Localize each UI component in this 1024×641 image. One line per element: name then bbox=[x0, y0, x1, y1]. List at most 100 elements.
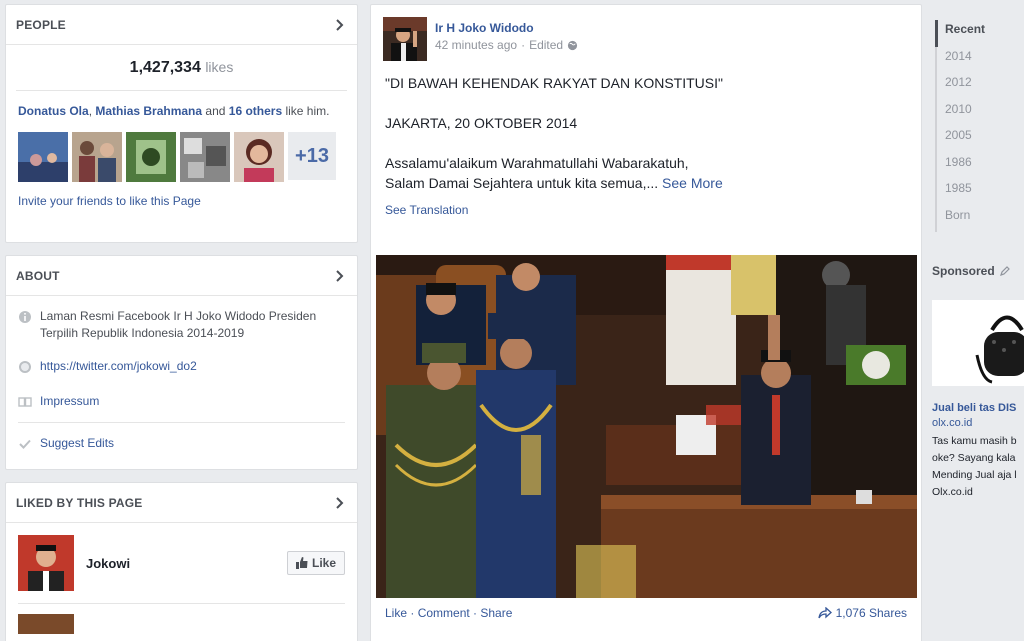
year-recent[interactable]: Recent bbox=[935, 20, 985, 47]
info-icon bbox=[19, 311, 31, 323]
year-born[interactable]: Born bbox=[937, 206, 985, 233]
people-title: PEOPLE bbox=[16, 17, 66, 32]
right-column: Recent 2014 2012 2010 2005 1986 1985 Bor… bbox=[922, 0, 1024, 641]
ad-text-line: Olx.co.id bbox=[932, 486, 973, 498]
post-line-2: JAKARTA, 20 OKTOBER 2014 bbox=[385, 115, 578, 131]
thumbs-up-icon bbox=[295, 557, 308, 569]
people-card: PEOPLE 1,427,334 likes Donatus Ola, Math… bbox=[5, 4, 358, 243]
likes-count: 1,427,334 bbox=[129, 59, 201, 76]
and-text: and bbox=[202, 104, 229, 118]
about-description: Laman Resmi Facebook Ir H Joko Widodo Pr… bbox=[40, 309, 317, 340]
like-button-label: Like bbox=[311, 556, 336, 570]
friend-photo[interactable] bbox=[18, 132, 68, 182]
likes-word: likes bbox=[205, 59, 234, 75]
twitter-link[interactable]: https://twitter.com/jokowi_do2 bbox=[40, 358, 197, 375]
ad-image[interactable] bbox=[932, 300, 1024, 386]
share-arrow-icon bbox=[817, 607, 832, 619]
action-separator: · bbox=[407, 606, 418, 620]
invite-friends-link[interactable]: Invite your friends to like this Page bbox=[6, 182, 357, 220]
friend-photo[interactable] bbox=[180, 132, 230, 182]
chevron-right-icon[interactable] bbox=[333, 18, 347, 32]
about-description-row: Laman Resmi Facebook Ir H Joko Widodo Pr… bbox=[6, 308, 357, 342]
friend-photo[interactable] bbox=[126, 132, 176, 182]
post-photo[interactable] bbox=[376, 255, 917, 598]
about-impressum-row: Impressum bbox=[6, 393, 357, 410]
post-card: Ir H Joko Widodo 42 minutes ago · Edited… bbox=[370, 4, 922, 641]
page-avatar[interactable] bbox=[18, 535, 74, 591]
shares-count-row[interactable]: 1,076 Shares bbox=[817, 606, 907, 620]
action-separator: · bbox=[469, 606, 481, 620]
ad-text-line: Tas kamu masih b bbox=[932, 435, 1017, 447]
post-actions: Like · Comment · Share bbox=[385, 606, 512, 620]
post-line-1: "DI BAWAH KEHENDAK RAKYAT DAN KONSTITUSI… bbox=[385, 75, 723, 91]
post-footer: Like · Comment · Share 1,076 Shares bbox=[371, 606, 921, 620]
liked-page-row: Jokowi Like bbox=[6, 523, 357, 603]
about-header[interactable]: ABOUT bbox=[6, 256, 357, 296]
post-meta: 42 minutes ago · Edited bbox=[435, 38, 578, 52]
suggest-edits-link[interactable]: Suggest Edits bbox=[40, 435, 114, 452]
ad-domain[interactable]: olx.co.id bbox=[932, 417, 972, 429]
ad-text: Tas kamu masih b oke? Sayang kala Mendin… bbox=[932, 433, 1017, 501]
timeline-years: Recent 2014 2012 2010 2005 1986 1985 Bor… bbox=[935, 20, 985, 232]
more-friends-count[interactable]: +13 bbox=[288, 132, 336, 180]
post-author-name[interactable]: Ir H Joko Widodo bbox=[435, 21, 578, 35]
liked-page-name[interactable]: Jokowi bbox=[86, 556, 287, 571]
chevron-right-icon[interactable] bbox=[333, 269, 347, 283]
about-card: ABOUT Laman Resmi Facebook Ir H Joko Wid… bbox=[5, 255, 358, 470]
checkmark-icon bbox=[19, 439, 31, 449]
like-post-link[interactable]: Like bbox=[385, 606, 407, 620]
others-link[interactable]: 16 others bbox=[229, 104, 282, 118]
year-2010[interactable]: 2010 bbox=[937, 100, 985, 127]
shares-count[interactable]: 1,076 Shares bbox=[836, 606, 907, 620]
about-divider bbox=[18, 422, 345, 423]
see-translation-link[interactable]: See Translation bbox=[385, 203, 468, 217]
book-icon bbox=[18, 397, 32, 407]
post-text: "DI BAWAH KEHENDAK RAKYAT DAN KONSTITUSI… bbox=[371, 61, 921, 193]
invite-friends-text[interactable]: Invite your friends to like this Page bbox=[18, 194, 201, 208]
post-edited[interactable]: Edited bbox=[529, 38, 563, 52]
post-time[interactable]: 42 minutes ago bbox=[435, 38, 517, 52]
about-website-row: https://twitter.com/jokowi_do2 bbox=[6, 358, 357, 375]
post-header: Ir H Joko Widodo 42 minutes ago · Edited bbox=[371, 5, 921, 61]
about-title: ABOUT bbox=[16, 268, 60, 283]
friend-link-1[interactable]: Donatus Ola bbox=[18, 104, 89, 118]
globe-icon[interactable] bbox=[567, 40, 578, 51]
post-line-3: Assalamu'alaikum Warahmatullahi Wabaraka… bbox=[385, 155, 689, 171]
year-1985[interactable]: 1985 bbox=[937, 179, 985, 206]
ad-text-line: oke? Sayang kala bbox=[932, 452, 1016, 464]
see-translation-row: See Translation bbox=[371, 193, 921, 227]
like-page-button[interactable]: Like bbox=[286, 551, 345, 575]
friends-like-text: Donatus Ola, Mathias Brahmana and 16 oth… bbox=[6, 91, 357, 120]
friend-photo[interactable] bbox=[234, 132, 284, 182]
ad-text-line: Mending Jual aja l bbox=[932, 469, 1017, 481]
globe-icon bbox=[19, 361, 31, 373]
friend-thumbnails: +13 bbox=[6, 132, 357, 182]
likes-count-line: 1,427,334 likes bbox=[16, 45, 347, 91]
friend-link-2[interactable]: Mathias Brahmana bbox=[95, 104, 202, 118]
people-header[interactable]: PEOPLE bbox=[6, 5, 357, 45]
year-2012[interactable]: 2012 bbox=[937, 73, 985, 100]
author-avatar[interactable] bbox=[383, 17, 427, 61]
liked-by-page-card: LIKED BY THIS PAGE Jokowi Like bbox=[5, 482, 358, 641]
liked-header[interactable]: LIKED BY THIS PAGE bbox=[6, 483, 357, 523]
chevron-right-icon[interactable] bbox=[333, 496, 347, 510]
sponsored-label: Sponsored bbox=[932, 264, 995, 278]
comment-link[interactable]: Comment bbox=[418, 606, 470, 620]
edit-icon[interactable] bbox=[999, 265, 1011, 277]
see-more-link[interactable]: See More bbox=[662, 175, 723, 191]
year-2005[interactable]: 2005 bbox=[937, 126, 985, 153]
page-avatar[interactable] bbox=[18, 614, 74, 634]
post-line-4: Salam Damai Sejahtera untuk kita semua,.… bbox=[385, 175, 659, 191]
year-1986[interactable]: 1986 bbox=[937, 153, 985, 180]
suggest-edits-row[interactable]: Suggest Edits bbox=[6, 435, 357, 452]
year-2014[interactable]: 2014 bbox=[937, 47, 985, 74]
meta-separator: · bbox=[521, 38, 526, 52]
share-link[interactable]: Share bbox=[480, 606, 512, 620]
ad-title[interactable]: Jual beli tas DIS bbox=[932, 402, 1016, 414]
liked-title: LIKED BY THIS PAGE bbox=[16, 495, 143, 510]
liked-page-row-2 bbox=[6, 604, 357, 641]
friend-photo[interactable] bbox=[72, 132, 122, 182]
like-him-text: like him. bbox=[282, 104, 330, 118]
impressum-link[interactable]: Impressum bbox=[40, 393, 99, 410]
sponsored-header: Sponsored bbox=[932, 264, 1011, 278]
